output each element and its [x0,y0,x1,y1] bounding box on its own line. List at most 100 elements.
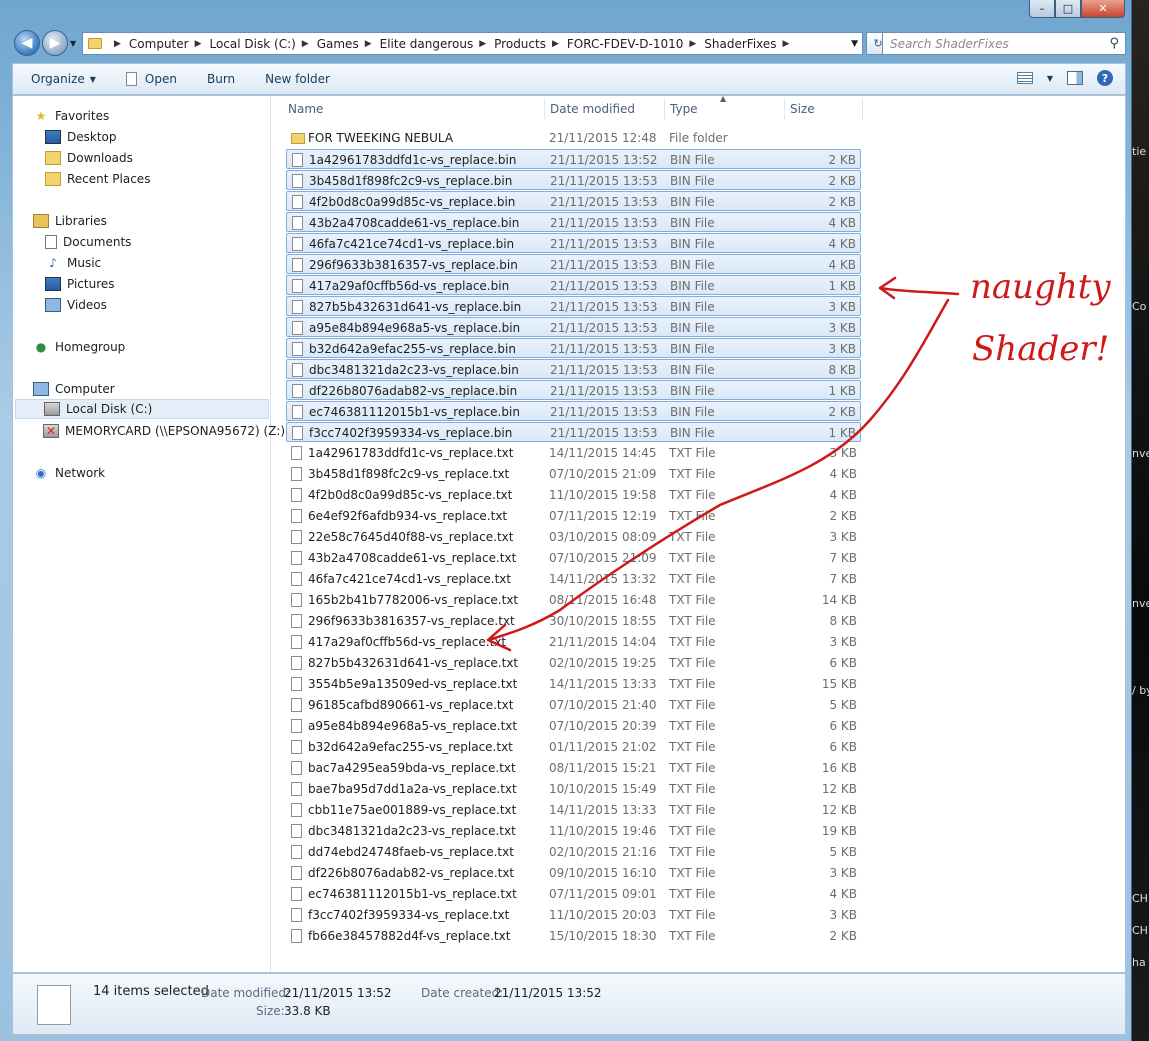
file-row[interactable]: dbc3481321da2c23-vs_replace.bin 21/11/201… [286,359,861,379]
help-icon[interactable]: ? [1097,70,1113,86]
file-row[interactable]: df226b8076adab82-vs_replace.txt 09/10/201… [286,863,861,883]
column-divider[interactable] [544,98,545,120]
new-folder-button[interactable]: New folder [265,72,330,86]
chevron-right-icon[interactable]: ▶ [783,39,790,49]
chevron-right-icon[interactable]: ▶ [302,39,309,49]
file-row[interactable]: f3cc7402f3959334-vs_replace.txt 11/10/201… [286,905,861,925]
chevron-right-icon[interactable]: ▶ [689,39,696,49]
file-row[interactable]: df226b8076adab82-vs_replace.bin 21/11/201… [286,380,861,400]
search-input[interactable]: Search ShaderFixes ⚲ [882,32,1126,55]
burn-button[interactable]: Burn [207,72,235,86]
open-button[interactable]: Open [125,72,177,86]
breadcrumb-computer[interactable]: Computer [129,37,189,51]
address-dropdown-icon[interactable]: ▼ [851,39,858,49]
file-row[interactable]: dd74ebd24748faeb-vs_replace.txt 02/10/201… [286,842,861,862]
file-row[interactable]: 4f2b0d8c0a99d85c-vs_replace.bin 21/11/201… [286,191,861,211]
column-header-name[interactable]: Name [288,96,323,122]
recent-pages-dropdown[interactable]: ▼ [70,39,82,48]
file-type: TXT File [669,551,716,565]
file-row[interactable]: 3b458d1f898fc2c9-vs_replace.bin 21/11/201… [286,170,861,190]
file-row[interactable]: 296f9633b3816357-vs_replace.txt 30/10/201… [286,611,861,631]
breadcrumb: ▶ Computer ▶ Local Disk (C:) ▶ Games ▶ E… [108,37,797,51]
file-type: TXT File [669,488,716,502]
file-row[interactable]: 417a29af0cffb56d-vs_replace.bin 21/11/201… [286,275,861,295]
column-header-date[interactable]: Date modified [550,96,635,122]
nav-pictures[interactable]: Pictures [45,274,115,294]
column-divider[interactable] [784,98,785,120]
address-bar[interactable]: ▶ Computer ▶ Local Disk (C:) ▶ Games ▶ E… [82,32,863,55]
nav-libraries[interactable]: Libraries [33,211,107,231]
file-row[interactable]: bac7a4295ea59bda-vs_replace.txt 08/11/201… [286,758,861,778]
file-row[interactable]: 46fa7c421ce74cd1-vs_replace.txt 14/11/201… [286,569,861,589]
file-row[interactable]: 165b2b41b7782006-vs_replace.txt 08/11/201… [286,590,861,610]
file-row[interactable]: 1a42961783ddfd1c-vs_replace.bin 21/11/201… [286,149,861,169]
nav-network[interactable]: ◉ Network [33,463,105,483]
breadcrumb-products[interactable]: Products [494,37,546,51]
file-row[interactable]: 43b2a4708cadde61-vs_replace.bin 21/11/201… [286,212,861,232]
file-row[interactable]: 296f9633b3816357-vs_replace.bin 21/11/201… [286,254,861,274]
file-row[interactable]: cbb11e75ae001889-vs_replace.txt 14/11/201… [286,800,861,820]
file-row[interactable]: ec746381112015b1-vs_replace.txt 07/11/201… [286,884,861,904]
file-row[interactable]: 4f2b0d8c0a99d85c-vs_replace.txt 11/10/201… [286,485,861,505]
organize-button[interactable]: Organize ▼ [31,72,96,86]
chevron-down-icon[interactable]: ▼ [1047,74,1053,83]
file-row[interactable]: fb66e38457882d4f-vs_replace.txt 15/10/201… [286,926,861,946]
file-row[interactable]: FOR TWEEKING NEBULA 21/11/2015 12:48 File … [286,128,861,148]
file-row[interactable]: 96185cafbd890661-vs_replace.txt 07/10/201… [286,695,861,715]
breadcrumb-games[interactable]: Games [317,37,359,51]
file-row[interactable]: dbc3481321da2c23-vs_replace.txt 11/10/201… [286,821,861,841]
preview-pane-icon[interactable] [1067,71,1083,85]
nav-music[interactable]: ♪ Music [45,253,101,273]
maximize-button[interactable]: □ [1055,0,1081,18]
column-divider[interactable] [664,98,665,120]
close-button[interactable]: ✕ [1081,0,1125,18]
breadcrumb-forc[interactable]: FORC-FDEV-D-1010 [567,37,683,51]
nav-local-disk[interactable]: Local Disk (C:) [15,399,269,419]
file-size: 4 KB [829,467,857,481]
file-row[interactable]: b32d642a9efac255-vs_replace.txt 01/11/201… [286,737,861,757]
nav-desktop[interactable]: Desktop [45,127,117,147]
nav-favorites[interactable]: ★ Favorites [33,106,110,126]
file-row[interactable]: b32d642a9efac255-vs_replace.bin 21/11/201… [286,338,861,358]
minimize-button[interactable]: – [1029,0,1055,18]
file-row[interactable]: 3554b5e9a13509ed-vs_replace.txt 14/11/201… [286,674,861,694]
chevron-right-icon[interactable]: ▶ [195,39,202,49]
search-icon[interactable]: ⚲ [1109,36,1119,51]
forward-button[interactable]: ▶ [42,30,68,56]
nav-computer[interactable]: Computer [33,379,115,399]
file-row[interactable]: a95e84b894e968a5-vs_replace.bin 21/11/201… [286,317,861,337]
views-icon[interactable] [1016,72,1033,84]
column-header-type[interactable]: Type [670,96,698,122]
column-header-size[interactable]: Size [790,96,815,122]
file-row[interactable]: 43b2a4708cadde61-vs_replace.txt 07/10/201… [286,548,861,568]
back-button[interactable]: ◀ [14,30,40,56]
file-size: 1 KB [828,426,856,440]
nav-documents[interactable]: Documents [45,232,131,252]
chevron-right-icon[interactable]: ▶ [365,39,372,49]
file-row[interactable]: 22e58c7645d40f88-vs_replace.txt 03/10/201… [286,527,861,547]
breadcrumb-local-disk[interactable]: Local Disk (C:) [210,37,296,51]
nav-recent-places[interactable]: Recent Places [45,169,150,189]
file-row[interactable]: 417a29af0cffb56d-vs_replace.txt 21/11/201… [286,632,861,652]
breadcrumb-elite-dangerous[interactable]: Elite dangerous [380,37,474,51]
chevron-right-icon[interactable]: ▶ [479,39,486,49]
nav-homegroup[interactable]: ● Homegroup [33,337,126,357]
chevron-right-icon[interactable]: ▶ [114,39,121,49]
nav-downloads[interactable]: Downloads [45,148,133,168]
file-row[interactable]: a95e84b894e968a5-vs_replace.txt 07/10/201… [286,716,861,736]
file-row[interactable]: 3b458d1f898fc2c9-vs_replace.txt 07/10/201… [286,464,861,484]
column-divider[interactable] [862,98,863,120]
file-row[interactable]: 46fa7c421ce74cd1-vs_replace.bin 21/11/201… [286,233,861,253]
nav-memorycard[interactable]: ✕ MEMORYCARD (\\EPSONA95672) (Z:) [43,421,285,441]
file-row[interactable]: 827b5b432631d641-vs_replace.bin 21/11/201… [286,296,861,316]
breadcrumb-shaderfixes[interactable]: ShaderFixes [704,37,776,51]
file-size: 1 KB [828,384,856,398]
nav-videos[interactable]: Videos [45,295,107,315]
chevron-right-icon[interactable]: ▶ [552,39,559,49]
file-row[interactable]: 827b5b432631d641-vs_replace.txt 02/10/201… [286,653,861,673]
file-row[interactable]: ec746381112015b1-vs_replace.bin 21/11/201… [286,401,861,421]
file-row[interactable]: f3cc7402f3959334-vs_replace.bin 21/11/201… [286,422,861,442]
file-row[interactable]: 6e4ef92f6afdb934-vs_replace.txt 07/11/201… [286,506,861,526]
file-row[interactable]: bae7ba95d7dd1a2a-vs_replace.txt 10/10/201… [286,779,861,799]
file-row[interactable]: 1a42961783ddfd1c-vs_replace.txt 14/11/201… [286,443,861,463]
